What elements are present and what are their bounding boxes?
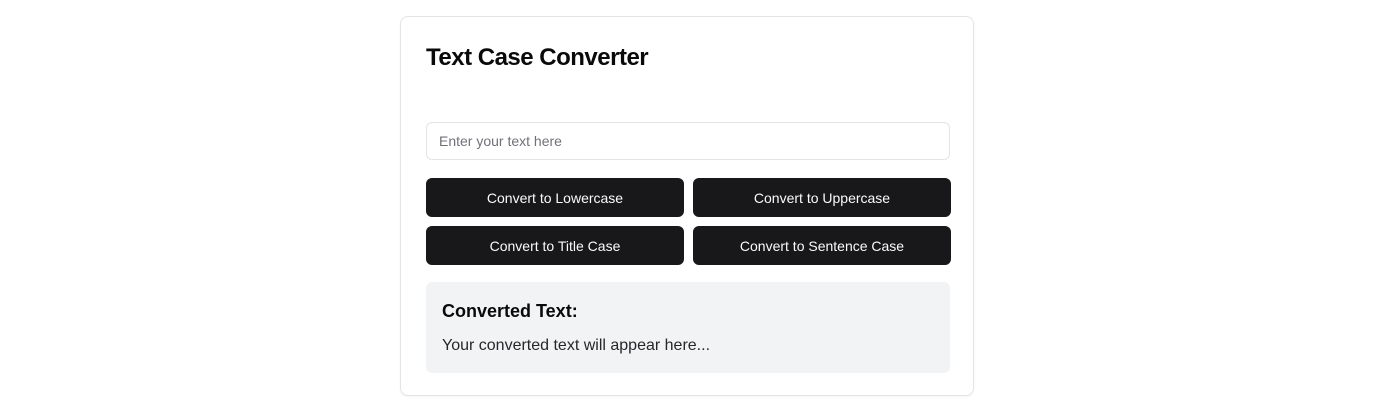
result-heading: Converted Text: <box>442 301 578 321</box>
convert-title-case-button[interactable]: Convert to Title Case <box>426 226 684 265</box>
result-panel: Converted Text: Your converted text will… <box>426 282 950 373</box>
result-text: Your converted text will appear here... <box>442 337 711 354</box>
text-input[interactable] <box>426 122 950 160</box>
page-title: Text Case Converter <box>426 44 649 71</box>
converter-card: Text Case Converter Convert to Lowercase… <box>400 16 974 396</box>
convert-lowercase-button[interactable]: Convert to Lowercase <box>426 178 684 217</box>
convert-sentence-case-button[interactable]: Convert to Sentence Case <box>693 226 951 265</box>
convert-uppercase-button[interactable]: Convert to Uppercase <box>693 178 951 217</box>
